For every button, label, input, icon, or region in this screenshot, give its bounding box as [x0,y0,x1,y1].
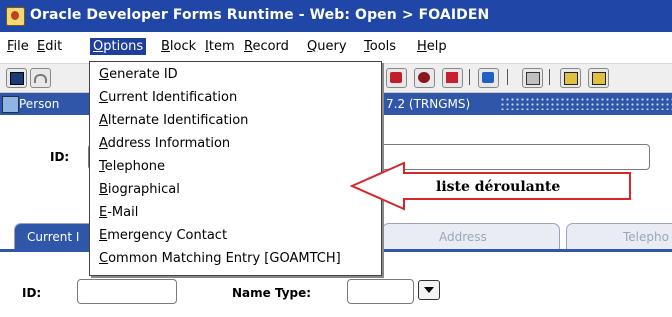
menu-option-current-identification[interactable]: Current Identification [99,90,237,105]
x-button[interactable] [560,68,581,88]
menu-help-label: elp [426,39,447,54]
annotation-arrow: liste déroulante [350,161,631,211]
menu-tools-label: ools [369,39,397,54]
menu-options-key: O [93,39,104,54]
tab-address-label: Address [439,230,487,244]
menu-file[interactable]: File [7,39,29,54]
name-type-field[interactable] [347,279,414,304]
menu-query[interactable]: Query [307,39,347,54]
current-identification-label: urrent Identification [108,90,238,105]
menu-option-email[interactable]: E-Mail [99,205,138,220]
address-information-label: ddress Information [107,136,231,151]
common-matching-entry-key: C [99,251,109,266]
window-title: Oracle Developer Forms Runtime - Web: Op… [30,7,490,23]
emergency-contact-label: mergency Contact [107,228,228,243]
current-id-field[interactable] [77,279,177,304]
x-button-icon [564,72,578,85]
menu-edit[interactable]: Edit [37,39,62,54]
block-icon [418,72,430,83]
menu-bar: File Edit Options Block Item Record Quer… [0,35,672,61]
generate-id-key: G [99,67,110,82]
email-key: E [99,205,108,220]
generate-id-label: enerate ID [109,67,178,82]
header-dots-pattern [500,97,672,110]
previous-record-icon [482,72,494,83]
block-button[interactable] [414,68,435,88]
menu-help-key: H [417,39,427,54]
menu-options-label: ptions [103,39,144,54]
biographical-key: B [99,182,108,197]
menu-option-emergency-contact[interactable]: Emergency Contact [99,228,227,243]
menu-option-biographical[interactable]: Biographical [99,182,180,197]
help-button[interactable] [386,68,407,88]
previous-record-button[interactable] [478,68,499,88]
help-icon [390,72,402,83]
exit-icon [446,72,458,83]
x-button-icon [592,72,606,85]
name-type-dropdown-button[interactable] [418,280,440,300]
menu-record-label: ecord [252,39,289,54]
print-button[interactable] [522,68,543,88]
alternate-identification-key: A [99,113,108,128]
print-icon [526,72,540,85]
rollback-button[interactable] [30,68,51,88]
form-window-version: 7.2 (TRNGMS) [386,97,471,111]
tab-telephone-label: Telepho [623,230,669,244]
menu-tools[interactable]: Tools [364,39,396,54]
toolbar-separator [549,69,555,85]
email-label: -Mail [107,205,139,220]
menu-item-label: tem [208,39,235,54]
menu-query-key: Q [307,39,318,54]
save-button[interactable] [6,68,27,88]
toolbar-separator [507,69,513,85]
emergency-contact-key: E [99,228,108,243]
oracle-app-icon [6,7,25,26]
menu-edit-key: E [37,39,46,54]
menu-options[interactable]: Options [90,38,147,55]
menu-option-telephone[interactable]: Telephone [99,159,165,174]
menu-edit-label: dit [45,39,63,54]
biographical-label: iographical [107,182,180,197]
tab-current-label: Current I [27,230,80,244]
toolbar-separator [469,69,475,85]
menu-block[interactable]: Block [161,39,196,54]
annotation-text: liste déroulante [436,179,560,195]
common-matching-entry-label: ommon Matching Entry [GOAMTCH] [108,251,341,266]
form-window-title: Person [19,97,60,111]
current-id-label: ID: [22,286,42,300]
menu-record[interactable]: Record [244,39,289,54]
menu-option-address-information[interactable]: Address Information [99,136,230,151]
x-button-2[interactable] [588,68,609,88]
address-information-key: A [99,136,108,151]
menu-option-alternate-identification[interactable]: Alternate Identification [99,113,248,128]
form-window-icon [2,96,19,113]
title-bar: Oracle Developer Forms Runtime - Web: Op… [0,0,672,32]
menu-help[interactable]: Help [417,39,447,54]
menu-option-generate-id[interactable]: Generate ID [99,67,178,82]
menu-block-key: B [161,39,170,54]
current-identification-key: C [99,90,109,105]
menu-option-common-matching-entry[interactable]: Common Matching Entry [GOAMTCH] [99,251,341,266]
key-id-label: ID: [50,150,70,164]
name-type-label: Name Type: [232,286,312,300]
options-dropdown-menu: Generate ID Current Identification Alter… [89,61,382,276]
tab-address[interactable]: Address [382,223,560,249]
menu-item[interactable]: Item [205,39,235,54]
rollback-icon [34,74,47,83]
menu-query-label: uery [317,39,347,54]
exit-button[interactable] [442,68,463,88]
save-icon [10,72,24,85]
alternate-identification-label: lternate Identification [107,113,249,128]
tab-telephone[interactable]: Telepho [566,223,672,249]
chevron-down-icon [424,287,434,293]
telephone-label: elephone [104,159,166,174]
menu-file-label: ile [13,39,29,54]
menu-block-label: lock [169,39,197,54]
